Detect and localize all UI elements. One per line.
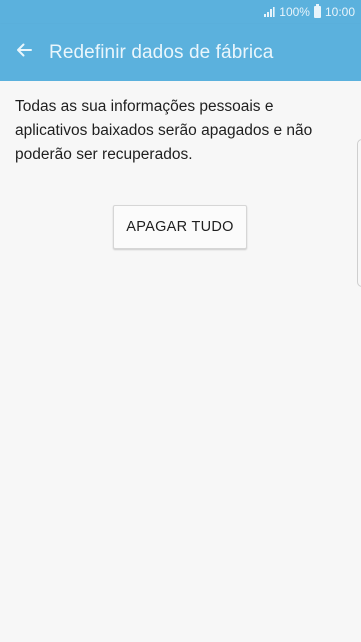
back-button[interactable] (12, 41, 36, 65)
signal-icon (263, 6, 275, 18)
app-bar: Redefinir dados de fábrica (0, 24, 361, 81)
battery-icon (313, 4, 321, 18)
wipe-all-button[interactable]: APAGAR TUDO (113, 205, 247, 249)
battery-percent: 100% (279, 5, 310, 19)
edge-panel-handle[interactable] (357, 139, 361, 287)
page-title: Redefinir dados de fábrica (49, 41, 274, 63)
reset-description: Todas as sua informações pessoais e apli… (15, 98, 313, 163)
status-indicators: 100% 10:00 (263, 4, 355, 20)
main-content: Todas as sua informações pessoais e apli… (0, 81, 361, 642)
status-bar: 100% 10:00 (0, 0, 361, 24)
status-time: 10:00 (324, 5, 355, 19)
factory-reset-screen: 100% 10:00 Redefinir dados de fábrica To… (0, 0, 361, 642)
arrow-left-icon (14, 40, 34, 65)
